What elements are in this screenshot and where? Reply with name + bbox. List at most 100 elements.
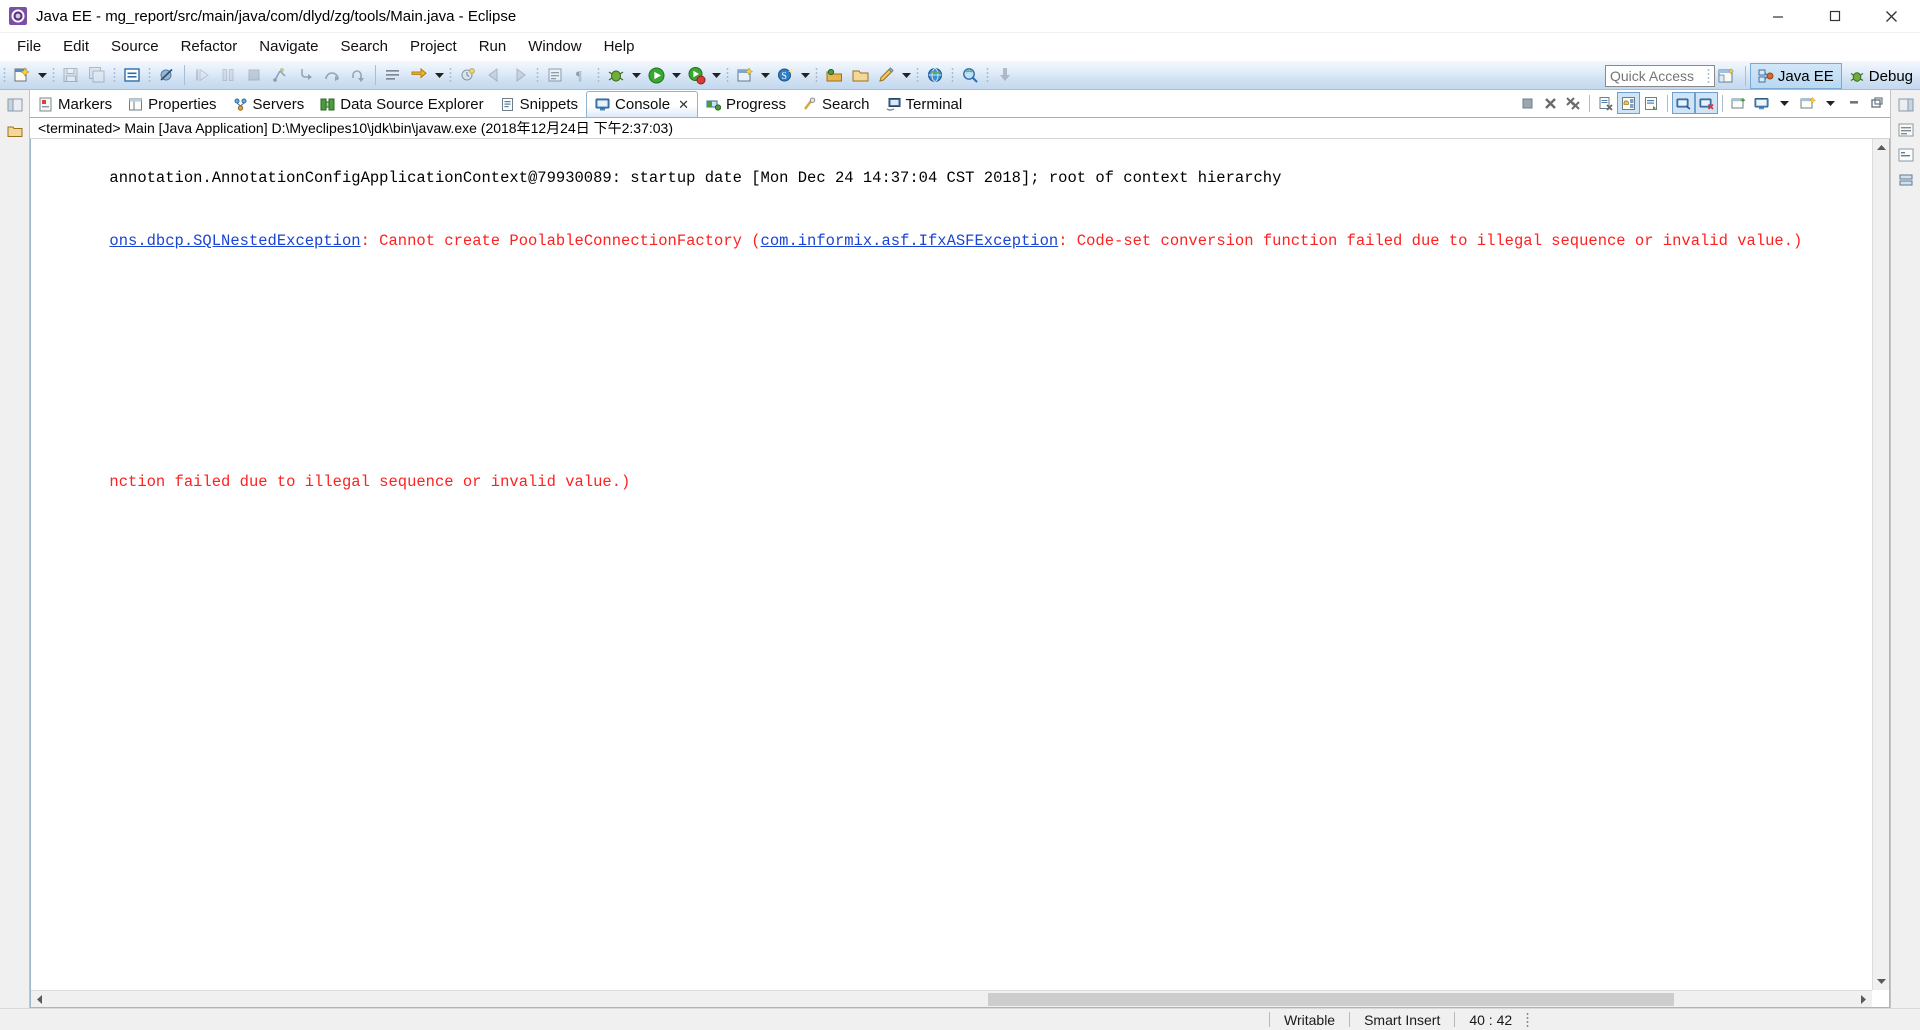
open-folder-button[interactable] (847, 63, 873, 87)
scroll-lock-button[interactable] (1617, 92, 1640, 114)
last-edit-location-button[interactable] (455, 63, 481, 87)
menu-project[interactable]: Project (399, 36, 468, 57)
toolbar-grip-3[interactable] (111, 66, 118, 84)
tab-data-source-explorer[interactable]: Data Source Explorer (312, 91, 491, 117)
menu-window[interactable]: Window (517, 36, 592, 57)
step-return-button[interactable] (345, 63, 371, 87)
menu-file[interactable]: File (6, 36, 52, 57)
debug-as-button[interactable] (603, 63, 629, 87)
perspective-grip[interactable] (1704, 67, 1712, 85)
download-button[interactable] (992, 63, 1018, 87)
terminate-button[interactable] (241, 63, 267, 87)
tab-close-icon[interactable]: ✕ (678, 97, 689, 113)
status-resize-grip[interactable] (1526, 1012, 1534, 1027)
toolbar-grip-11[interactable] (949, 66, 956, 84)
show-console-on-error-button[interactable] (1695, 92, 1718, 114)
menu-edit[interactable]: Edit (52, 36, 100, 57)
toolbar-grip-4[interactable] (146, 66, 153, 84)
tab-terminal[interactable]: Terminal (878, 91, 971, 117)
new-java-project-button[interactable] (732, 63, 758, 87)
new-java-project-dropdown[interactable] (758, 63, 772, 87)
clear-console-button[interactable] (1594, 92, 1617, 114)
scroll-right-icon[interactable] (1855, 991, 1872, 1008)
resume-button[interactable] (189, 63, 215, 87)
console-link-ifxasfexception[interactable]: com.informix.asf.IfxASFException (761, 232, 1059, 250)
mark-occurrences-button[interactable] (380, 63, 406, 87)
run-button[interactable] (643, 63, 669, 87)
search-toolbar-button[interactable] (957, 63, 983, 87)
menu-refactor[interactable]: Refactor (170, 36, 249, 57)
terminate-console-button[interactable] (1516, 92, 1539, 114)
tab-markers[interactable]: Markers (30, 91, 120, 117)
restore-left-icon[interactable] (5, 96, 25, 114)
spring-tools-dropdown[interactable] (798, 63, 812, 87)
tab-snippets[interactable]: Snippets (492, 91, 586, 117)
project-explorer-icon[interactable] (5, 122, 25, 140)
open-console-button[interactable] (1796, 92, 1819, 114)
menu-navigate[interactable]: Navigate (248, 36, 329, 57)
toolbar-grip-5[interactable] (447, 66, 454, 84)
toolbar-grip-6[interactable] (534, 66, 541, 84)
outline-view-button[interactable] (542, 63, 568, 87)
run-dropdown[interactable] (669, 63, 683, 87)
minimize-view-button[interactable] (1842, 92, 1865, 114)
menu-source[interactable]: Source (100, 36, 170, 57)
next-annotation-button[interactable] (406, 63, 432, 87)
maximize-view-button[interactable] (1865, 92, 1888, 114)
toolbar-grip-7[interactable] (595, 66, 602, 84)
show-console-on-output-button[interactable] (1672, 92, 1695, 114)
spring-tools-button[interactable]: S (772, 63, 798, 87)
scroll-left-icon[interactable] (31, 991, 48, 1008)
console-link-sqlnestedexception[interactable]: ons.dbcp.SQLNestedException (109, 232, 360, 250)
toolbar-grip-10[interactable] (914, 66, 921, 84)
console-text-area[interactable]: annotation.AnnotationConfigApplicationCo… (31, 139, 1889, 1007)
open-perspective-button[interactable] (1713, 63, 1741, 89)
suspend-button[interactable] (215, 63, 241, 87)
save-button[interactable] (58, 63, 84, 87)
outline-view-icon[interactable] (1896, 121, 1916, 139)
toolbar-grip-8[interactable] (724, 66, 731, 84)
new-wizard-dropdown[interactable] (35, 63, 49, 87)
tab-search[interactable]: Search (794, 91, 878, 117)
menu-run[interactable]: Run (468, 36, 518, 57)
pin-console-button[interactable] (1727, 92, 1750, 114)
run-external-dropdown[interactable] (709, 63, 723, 87)
run-external-tools-button[interactable] (683, 63, 709, 87)
word-wrap-button[interactable] (1640, 92, 1663, 114)
tab-properties[interactable]: Properties (120, 91, 224, 117)
toolbar-grip[interactable] (1, 66, 8, 84)
perspective-tab-java-ee[interactable]: Java EE (1749, 63, 1842, 89)
open-console-dropdown[interactable] (1819, 92, 1842, 114)
remove-all-terminated-button[interactable] (1562, 92, 1585, 114)
skip-all-breakpoints-button[interactable] (154, 63, 180, 87)
save-all-button[interactable] (84, 63, 110, 87)
display-selected-console-button[interactable] (1750, 92, 1773, 114)
task-list-icon[interactable] (1896, 146, 1916, 164)
toolbar-grip-12[interactable] (984, 66, 991, 84)
toolbar-grip-2[interactable] (50, 66, 57, 84)
back-button[interactable] (481, 63, 507, 87)
display-selected-console-dropdown[interactable] (1773, 92, 1796, 114)
new-wizard-button[interactable] (9, 63, 35, 87)
tab-progress[interactable]: Progress (698, 91, 794, 117)
close-button[interactable] (1863, 0, 1920, 33)
horizontal-scroll-track[interactable] (48, 991, 1855, 1008)
menu-search[interactable]: Search (329, 36, 399, 57)
open-web-browser-button[interactable] (922, 63, 948, 87)
scroll-up-icon[interactable] (1873, 139, 1889, 156)
edit-dropdown[interactable] (899, 63, 913, 87)
forward-button[interactable] (507, 63, 533, 87)
quick-access-input[interactable] (1605, 65, 1715, 87)
remove-launch-button[interactable] (1539, 92, 1562, 114)
new-package-button[interactable] (821, 63, 847, 87)
step-into-button[interactable] (293, 63, 319, 87)
next-annotation-dropdown[interactable] (432, 63, 446, 87)
perspective-tab-debug[interactable]: Debug (1842, 63, 1920, 89)
console-vertical-scrollbar[interactable] (1872, 139, 1889, 990)
servers-mini-icon[interactable] (1896, 171, 1916, 189)
console-output-panel[interactable]: annotation.AnnotationConfigApplicationCo… (30, 139, 1890, 1008)
maximize-button[interactable] (1806, 0, 1863, 33)
horizontal-scroll-thumb[interactable] (987, 992, 1675, 1006)
tab-servers[interactable]: Servers (225, 91, 313, 117)
scroll-down-icon[interactable] (1873, 973, 1889, 990)
